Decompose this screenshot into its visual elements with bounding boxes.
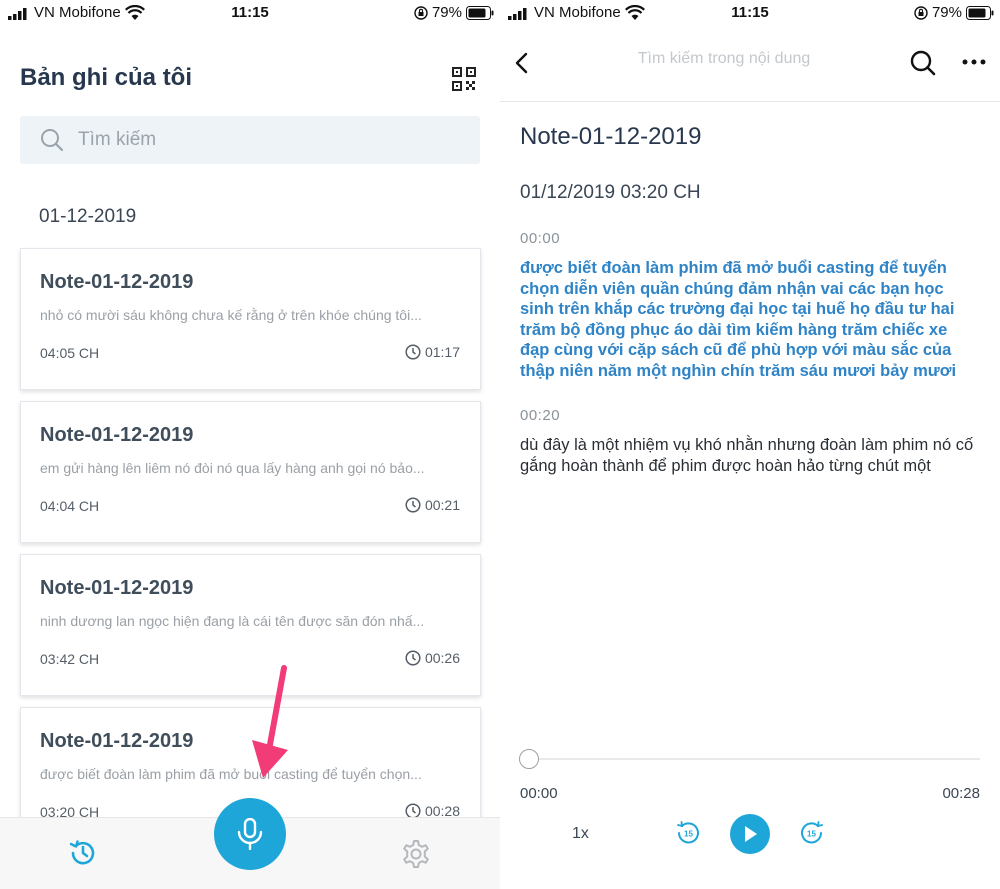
status-bar: VN Mobifone 11:15 79% xyxy=(500,0,1000,26)
battery-icon xyxy=(466,6,494,20)
note-title: Note-01-12-2019 xyxy=(520,123,702,150)
current-time: 00:00 xyxy=(520,785,558,802)
note-title: Note-01-12-2019 xyxy=(40,271,194,293)
segment-timestamp[interactable]: 00:20 xyxy=(520,407,560,424)
recordings-list-screen: VN Mobifone 11:15 79% Bản ghi của tôi Tì… xyxy=(0,0,500,889)
play-icon xyxy=(745,826,757,842)
note-time: 03:42 CH xyxy=(40,651,100,667)
status-bar: VN Mobifone 11:15 79% xyxy=(0,0,500,26)
note-snippet: nhỏ có mười sáu không chưa kế rằng ở trê… xyxy=(40,307,422,323)
rewind-seconds: 15 xyxy=(684,830,693,839)
note-time: 04:04 CH xyxy=(40,498,100,514)
search-box[interactable] xyxy=(20,116,480,164)
note-duration: 00:26 xyxy=(405,650,460,666)
note-card[interactable]: Note-01-12-2019 nhỏ có mười sáu không ch… xyxy=(20,248,481,390)
battery-icon xyxy=(966,6,994,20)
battery-percent: 79% xyxy=(431,4,462,21)
note-title: Note-01-12-2019 xyxy=(40,424,194,446)
segment-timestamp[interactable]: 00:00 xyxy=(520,230,560,247)
note-time: 04:05 CH xyxy=(40,345,100,361)
playback-progress-thumb[interactable] xyxy=(519,749,539,769)
more-options-icon[interactable] xyxy=(962,58,986,66)
search-icon[interactable] xyxy=(910,50,936,76)
orientation-lock-icon xyxy=(414,6,428,20)
duration-text: 01:17 xyxy=(424,344,460,360)
note-title: Note-01-12-2019 xyxy=(40,577,194,599)
search-icon xyxy=(41,129,64,152)
note-title: Note-01-12-2019 xyxy=(40,730,194,752)
page-title: Bản ghi của tôi xyxy=(20,64,193,91)
clock-icon xyxy=(405,344,421,360)
settings-icon[interactable] xyxy=(400,838,432,870)
microphone-icon xyxy=(237,818,263,850)
clock-icon xyxy=(405,497,421,513)
note-snippet: em gửi hàng lên liêm nó đòi nó qua lấy h… xyxy=(40,460,425,476)
record-mic-button[interactable] xyxy=(214,798,286,870)
duration-text: 00:21 xyxy=(424,497,460,513)
back-chevron-icon[interactable] xyxy=(514,52,530,74)
note-card[interactable]: Note-01-12-2019 em gửi hàng lên liêm nó … xyxy=(20,401,481,543)
total-time: 00:28 xyxy=(942,785,980,802)
playback-speed-button[interactable]: 1x xyxy=(572,825,589,843)
orientation-lock-icon xyxy=(914,6,928,20)
note-snippet: ninh dương lan ngọc hiện đang là cái tên… xyxy=(40,613,425,629)
annotation-arrow-icon xyxy=(252,665,288,778)
search-input[interactable] xyxy=(78,124,458,156)
date-group-header: 01-12-2019 xyxy=(39,206,137,227)
forward-15-icon[interactable]: 15 xyxy=(800,821,824,845)
history-icon[interactable] xyxy=(68,838,98,868)
note-duration: 00:21 xyxy=(405,497,460,513)
transcript-segment[interactable]: dù đây là một nhiệm vụ khó nhằn nhưng đo… xyxy=(520,435,980,476)
forward-seconds: 15 xyxy=(807,830,816,839)
note-detail-screen: VN Mobifone 11:15 79% Note-01-12-2019 01… xyxy=(500,0,1000,889)
qr-code-icon[interactable] xyxy=(452,67,476,91)
rewind-15-icon[interactable]: 15 xyxy=(676,821,700,845)
content-search-input[interactable] xyxy=(624,50,824,68)
clock-icon xyxy=(405,650,421,666)
transcript-segment-active[interactable]: được biết đoàn làm phim đã mở buổi casti… xyxy=(520,258,980,381)
duration-text: 00:26 xyxy=(424,650,460,666)
note-duration: 01:17 xyxy=(405,344,460,360)
play-button[interactable] xyxy=(730,814,770,854)
header-divider xyxy=(500,101,1000,102)
battery-percent: 79% xyxy=(931,4,962,21)
playback-progress-track[interactable] xyxy=(528,758,980,760)
note-datetime: 01/12/2019 03:20 CH xyxy=(520,182,701,203)
